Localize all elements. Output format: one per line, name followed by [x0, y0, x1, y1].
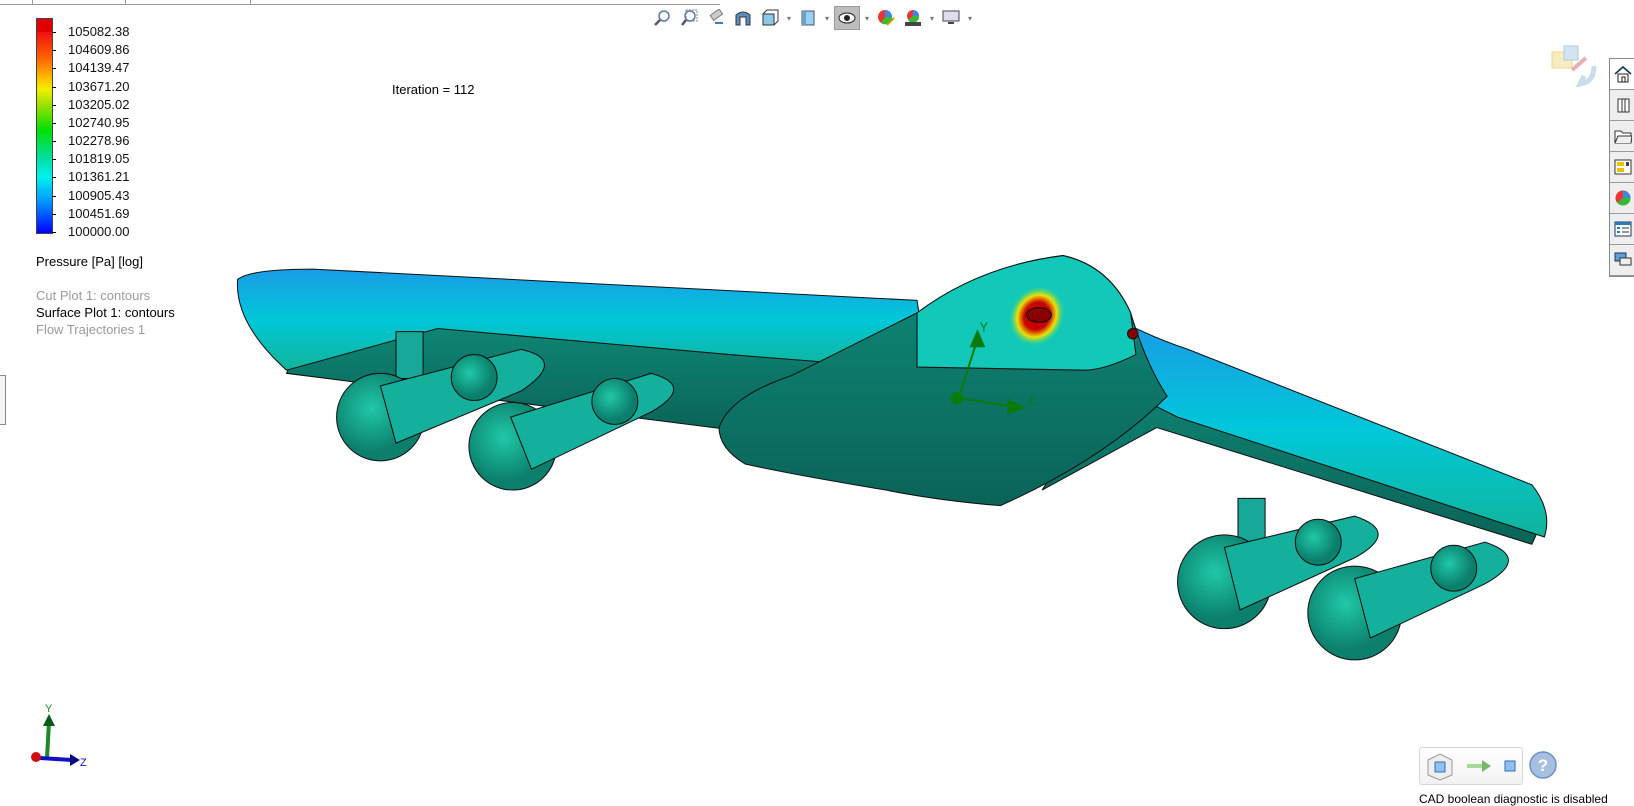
- legend-tick: [52, 232, 56, 233]
- legend-value-label: 104139.47: [68, 60, 130, 76]
- rebuild-feature-icon: [1551, 45, 1597, 88]
- apply-scene-icon[interactable]: [901, 7, 925, 29]
- file-explorer-icon[interactable]: [1610, 121, 1634, 152]
- legend-value-label: 104609.86: [68, 42, 130, 58]
- plot-item-surface-plot[interactable]: Surface Plot 1: contours: [36, 305, 175, 320]
- legend-tick: [52, 177, 56, 179]
- legend-tick: [52, 50, 56, 52]
- view-triad: Y Z: [31, 703, 87, 769]
- nacelles-right: [1177, 497, 1509, 661]
- triad-z-label: Z: [80, 757, 87, 769]
- legend-title: Pressure [Pa] [log]: [36, 254, 143, 269]
- help-icon[interactable]: ?: [1529, 751, 1557, 779]
- legend-tick: [52, 141, 56, 143]
- legend-tick: [52, 86, 56, 88]
- result-cube-icon: [1504, 760, 1516, 772]
- custom-properties-icon[interactable]: [1610, 214, 1634, 245]
- view-orientation-icon[interactable]: [758, 7, 782, 29]
- model-triad-y: Y: [980, 321, 989, 335]
- legend-value-label: 102278.96: [68, 133, 130, 149]
- zoom-to-area-icon[interactable]: [677, 7, 701, 29]
- view-settings-dropdown[interactable]: ▾: [966, 14, 974, 23]
- heads-up-toolbar: ▾ ▾ ▾ ▾ ▾: [650, 6, 974, 30]
- arrow-right-icon: [1466, 760, 1491, 772]
- appearances-icon[interactable]: [1610, 183, 1634, 214]
- apply-scene-dropdown[interactable]: ▾: [928, 14, 936, 23]
- legend-tick: [52, 104, 56, 106]
- legend-tick: [52, 159, 56, 161]
- legend-value-label: 103205.02: [68, 96, 130, 112]
- zoom-to-fit-icon[interactable]: [650, 7, 674, 29]
- view-palette-icon[interactable]: [1610, 152, 1634, 183]
- legend-value-label: 101361.21: [68, 169, 130, 185]
- legend-value-label: 100451.69: [68, 205, 130, 221]
- cad-status-text: CAD boolean diagnostic is disabled: [1419, 792, 1608, 806]
- view-orientation-dropdown[interactable]: ▾: [785, 14, 793, 23]
- legend-tick: [52, 213, 56, 215]
- home-icon[interactable]: [1610, 59, 1634, 90]
- legend-value-label: 100905.43: [68, 187, 130, 203]
- previous-view-icon[interactable]: [704, 7, 728, 29]
- legend-tick: [52, 32, 56, 33]
- feature-manager-expand-handle[interactable]: [0, 375, 6, 425]
- legend-value-label: 102740.95: [68, 114, 130, 130]
- view-settings-icon[interactable]: [939, 7, 963, 29]
- display-style-icon[interactable]: [796, 7, 820, 29]
- svg-text:?: ?: [1538, 756, 1548, 775]
- legend-tick: [52, 195, 56, 197]
- cad-boolean-diagnostic-button[interactable]: [1419, 747, 1523, 785]
- plot-item-cut-plot[interactable]: Cut Plot 1: contours: [36, 288, 150, 303]
- legend-value-label: 101819.05: [68, 151, 130, 167]
- forum-icon[interactable]: [1610, 245, 1634, 276]
- hide-show-items-icon[interactable]: [834, 6, 860, 30]
- pressure-colorbar: [36, 18, 53, 234]
- section-view-icon[interactable]: [731, 7, 755, 29]
- legend-value-label: 105082.38: [68, 24, 130, 39]
- edit-appearance-icon[interactable]: [874, 7, 898, 29]
- display-style-dropdown[interactable]: ▾: [823, 14, 831, 23]
- legend-tick: [52, 68, 56, 70]
- iteration-label: Iteration = 112: [392, 82, 475, 97]
- model-viewport[interactable]: Y Z: [0, 0, 1634, 805]
- hide-show-dropdown[interactable]: ▾: [863, 14, 871, 23]
- aircraft-model: [236, 255, 1548, 661]
- legend-tick: [52, 122, 56, 124]
- plot-item-flow-trajectories[interactable]: Flow Trajectories 1: [36, 322, 145, 337]
- legend-value-label: 100000.00: [68, 224, 130, 239]
- cad-model-cube-icon: [1427, 753, 1453, 781]
- task-pane-tabs: [1609, 58, 1634, 277]
- legend-value-label: 103671.20: [68, 78, 130, 94]
- model-triad-z: Z: [1028, 394, 1036, 408]
- design-library-icon[interactable]: [1610, 90, 1634, 121]
- triad-y-label: Y: [45, 703, 53, 715]
